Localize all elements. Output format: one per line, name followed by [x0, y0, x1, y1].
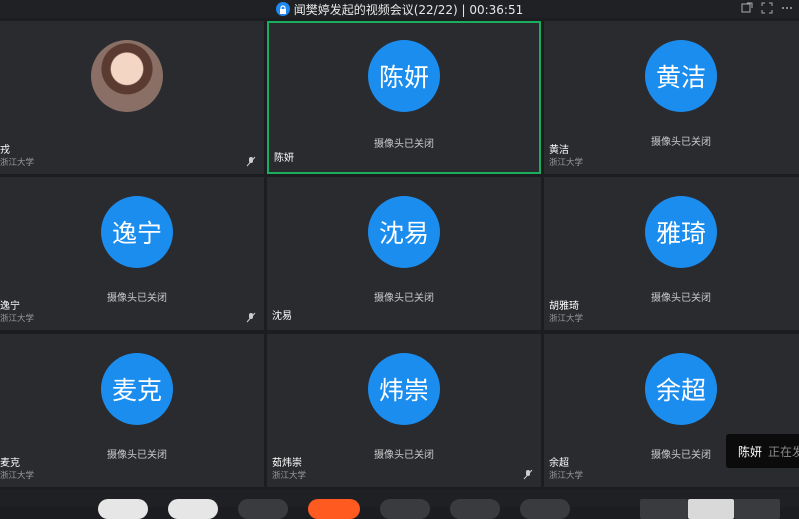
more-button[interactable] [520, 499, 570, 519]
participants-button[interactable] [380, 499, 430, 519]
mic-muted-icon [523, 469, 533, 480]
participant-tile[interactable]: 炜崇 摄像头已关闭 茹炜崇 浙江大学 [267, 334, 541, 487]
layout-toggle-right[interactable] [734, 499, 780, 519]
camera-off-label: 摄像头已关闭 [374, 293, 434, 304]
participant-org: 浙江大学 [272, 471, 307, 481]
participant-name: 黄洁 [549, 145, 569, 156]
camera-button[interactable] [168, 499, 218, 519]
participant-tile[interactable]: 麦克 摄像头已关闭 王麦克 浙江大学 [0, 334, 264, 487]
participant-tile[interactable]: 戎 浙江大学 [0, 21, 264, 174]
avatar: 炜崇 [368, 352, 440, 425]
layout-toggle-left[interactable] [640, 499, 688, 519]
popout-icon[interactable] [741, 2, 753, 14]
share-button[interactable] [238, 499, 288, 519]
participant-tile[interactable]: 黄洁 摄像头已关闭 黄洁 浙江大学 [544, 21, 799, 174]
camera-off-label: 摄像头已关闭 [651, 293, 711, 304]
participant-tile[interactable]: 沈易 摄像头已关闭 沈易 [267, 177, 541, 330]
participant-name: 陈妍 [274, 153, 294, 164]
layout-toggle-mid[interactable] [688, 499, 734, 519]
camera-off-label: 摄像头已关闭 [107, 293, 167, 304]
camera-off-label: 摄像头已关闭 [374, 450, 434, 461]
avatar: 余超 [645, 352, 717, 425]
avatar: 黄洁 [645, 39, 717, 112]
toast-text: 正在发 [768, 444, 799, 459]
participant-org: 浙江大学 [0, 314, 35, 324]
participant-name: 黄逸宁 [0, 301, 20, 312]
participant-name: 王麦克 [0, 458, 20, 469]
participant-name: 戎 [0, 145, 10, 156]
more-icon[interactable] [781, 2, 793, 14]
meeting-title: 闻樊婷发起的视频会议(22/22) | 00:36:51 [293, 2, 524, 17]
avatar-photo [91, 39, 163, 112]
participant-org: 浙江大学 [0, 471, 35, 481]
camera-off-label: 摄像头已关闭 [107, 450, 167, 461]
participant-org: 浙江大学 [549, 158, 584, 168]
fullscreen-icon[interactable] [761, 2, 773, 14]
participant-name: 余超 [549, 458, 569, 469]
avatar: 沈易 [368, 195, 440, 268]
video-grid: 戎 浙江大学 陈妍 摄像头已关闭 陈妍 黄洁 摄像头已关闭 黄洁 浙江大学 逸宁… [0, 19, 799, 489]
control-bar [0, 489, 799, 519]
mic-muted-icon [246, 312, 256, 323]
toast-name: 陈妍 [738, 444, 763, 459]
participant-name: 沈易 [272, 311, 292, 322]
mic-muted-icon [246, 156, 256, 167]
window-titlebar: 闻樊婷发起的视频会议(22/22) | 00:36:51 [0, 0, 799, 18]
camera-off-label: 摄像头已关闭 [651, 137, 711, 148]
participant-org: 浙江大学 [549, 471, 584, 481]
participant-tile-active[interactable]: 陈妍 摄像头已关闭 陈妍 [267, 21, 541, 174]
avatar: 麦克 [101, 352, 173, 425]
avatar: 陈妍 [368, 39, 440, 112]
participant-org: 浙江大学 [0, 158, 35, 168]
mic-button[interactable] [98, 499, 148, 519]
participant-org: 浙江大学 [549, 314, 584, 324]
speaking-toast: 陈妍 正在发 [726, 434, 799, 468]
participant-name: 胡雅琦 [549, 301, 579, 312]
camera-off-label: 摄像头已关闭 [374, 139, 434, 150]
lock-icon [275, 2, 290, 16]
participant-tile[interactable]: 雅琦 摄像头已关闭 胡雅琦 浙江大学 [544, 177, 799, 330]
participant-tile[interactable]: 逸宁 摄像头已关闭 黄逸宁 浙江大学 [0, 177, 264, 330]
avatar: 雅琦 [645, 195, 717, 268]
chat-button[interactable] [450, 499, 500, 519]
leave-button[interactable] [308, 499, 360, 519]
participant-name: 茹炜崇 [272, 458, 302, 469]
avatar: 逸宁 [101, 195, 173, 268]
